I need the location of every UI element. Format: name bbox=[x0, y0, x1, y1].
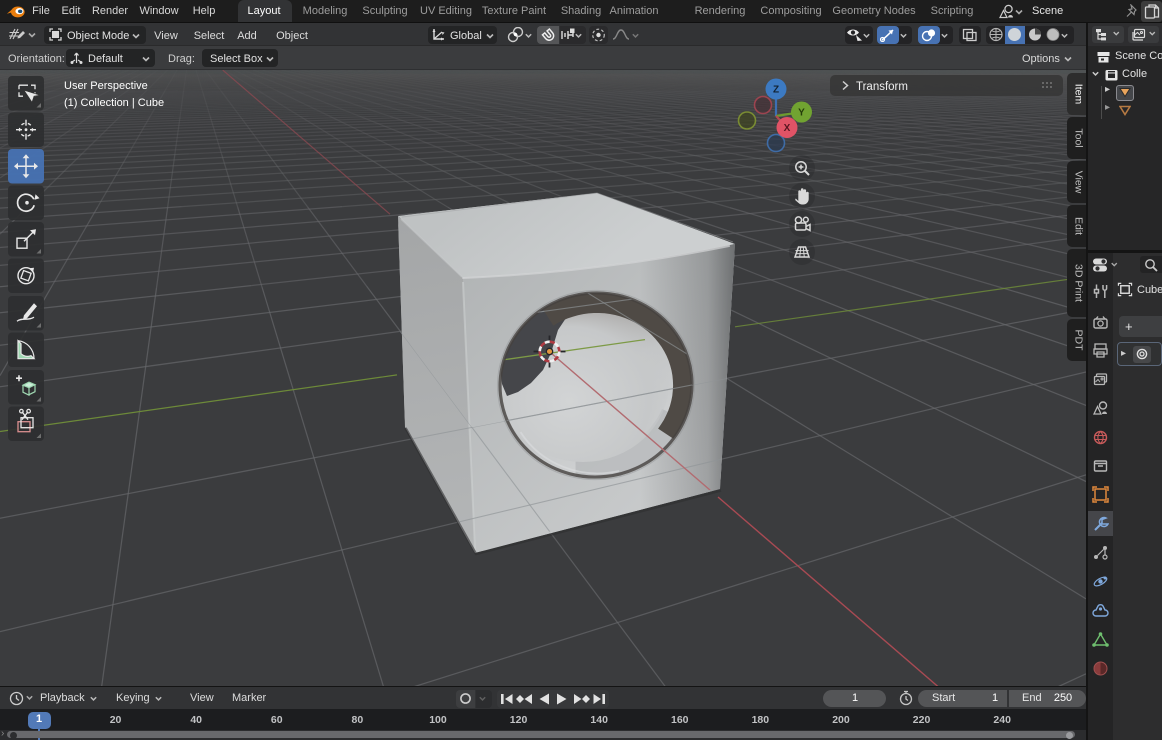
svg-text:Z: Z bbox=[773, 85, 779, 96]
svg-text:3D Print: 3D Print bbox=[1073, 264, 1085, 302]
svg-text:Transform: Transform bbox=[856, 81, 908, 93]
svg-text:Y: Y bbox=[798, 108, 805, 119]
svg-text:Edit: Edit bbox=[1073, 217, 1085, 235]
svg-text:Item: Item bbox=[1073, 84, 1085, 105]
svg-text:PDT: PDT bbox=[1073, 330, 1085, 352]
svg-text:X: X bbox=[784, 123, 791, 134]
svg-text:User Perspective: User Perspective bbox=[64, 80, 148, 92]
svg-text:View: View bbox=[1073, 171, 1085, 194]
svg-text:(1) Collection | Cube: (1) Collection | Cube bbox=[64, 97, 164, 109]
svg-text:Tool: Tool bbox=[1073, 128, 1085, 147]
